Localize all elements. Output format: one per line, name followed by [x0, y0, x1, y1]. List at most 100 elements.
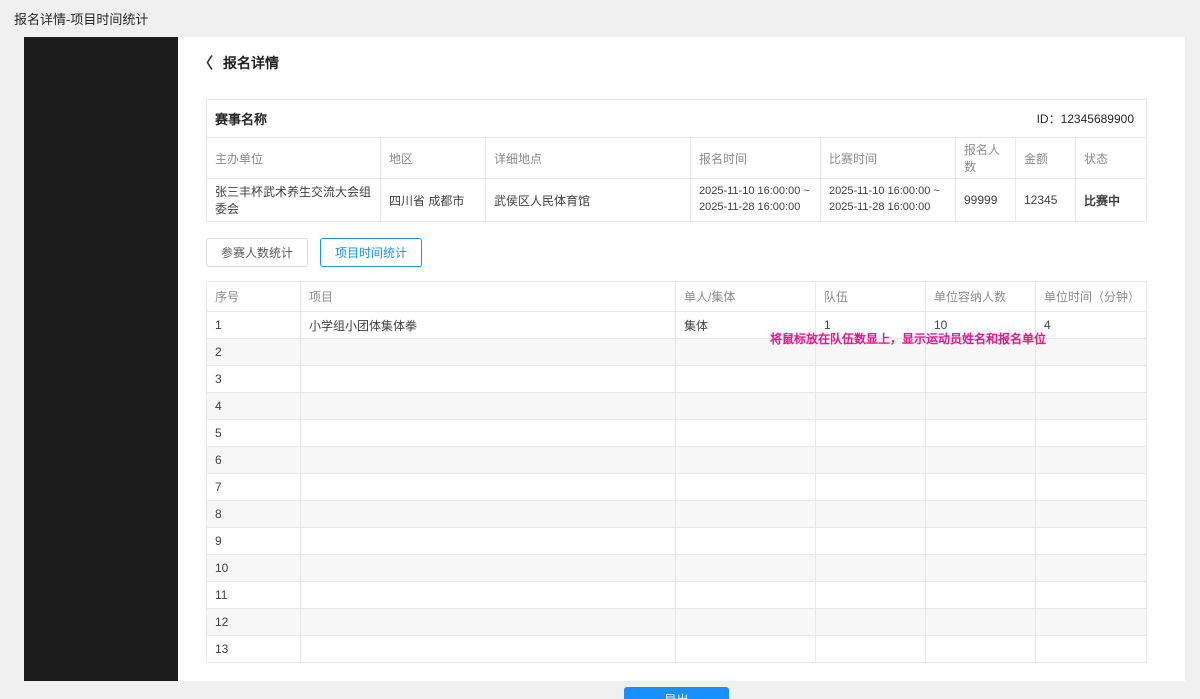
cell-row-number: 13	[207, 636, 301, 663]
column-header: 状态	[1076, 138, 1147, 179]
cell-solo-or-group	[676, 609, 816, 636]
back-icon[interactable]: 〈	[198, 56, 213, 71]
cell-solo-or-group	[676, 474, 816, 501]
cell-team-count[interactable]	[816, 528, 926, 555]
cell-project-name	[301, 447, 676, 474]
project-table-row: 11	[207, 582, 1147, 609]
cell-unit-time	[1036, 582, 1147, 609]
cell-unit-capacity	[926, 636, 1036, 663]
cell-team-count[interactable]	[816, 582, 926, 609]
cell-signup-time: 2025-11-10 16:00:00 ~ 2025-11-28 16:00:0…	[691, 179, 821, 222]
column-header: 单位时间（分钟）	[1036, 282, 1147, 312]
cell-team-count[interactable]	[816, 447, 926, 474]
cell-unit-capacity	[926, 420, 1036, 447]
column-header: 队伍	[816, 282, 926, 312]
project-table-row: 3	[207, 366, 1147, 393]
column-header: 详细地点	[486, 138, 691, 179]
cell-solo-or-group	[676, 555, 816, 582]
tab-button[interactable]: 项目时间统计	[320, 238, 422, 267]
cell-solo-or-group	[676, 393, 816, 420]
layout: 〈 报名详情 赛事名称 ID：12345689900 主办单位地区详细地点报名时…	[24, 37, 1184, 681]
cell-team-count[interactable]	[816, 393, 926, 420]
project-table-row: 7	[207, 474, 1147, 501]
cell-team-count[interactable]	[816, 555, 926, 582]
cell-organizer: 张三丰杯武术养生交流大会组委会	[207, 179, 381, 222]
cell-unit-capacity	[926, 474, 1036, 501]
event-table-header-row: 主办单位地区详细地点报名时间比赛时间报名人数金额状态	[207, 138, 1147, 179]
cell-team-count[interactable]	[816, 366, 926, 393]
export-button[interactable]: 导出	[624, 687, 728, 699]
cell-project-name	[301, 528, 676, 555]
cell-region: 四川省 成都市	[381, 179, 486, 222]
cell-project-name	[301, 474, 676, 501]
content-header: 〈 报名详情	[178, 37, 1185, 73]
event-info-table: 主办单位地区详细地点报名时间比赛时间报名人数金额状态 张三丰杯武术养生交流大会组…	[206, 137, 1147, 222]
sidebar	[24, 37, 178, 681]
project-table-header-row: 序号项目单人/集体队伍单位容纳人数单位时间（分钟）	[207, 282, 1147, 312]
cell-team-count[interactable]	[816, 636, 926, 663]
event-card: 赛事名称 ID：12345689900 主办单位地区详细地点报名时间比赛时间报名…	[206, 99, 1147, 699]
cell-row-number: 9	[207, 528, 301, 555]
cell-unit-capacity	[926, 501, 1036, 528]
cell-project-name	[301, 501, 676, 528]
project-table-row: 13	[207, 636, 1147, 663]
column-header: 项目	[301, 282, 676, 312]
cell-unit-time	[1036, 393, 1147, 420]
cell-project-name	[301, 555, 676, 582]
cell-unit-time	[1036, 609, 1147, 636]
column-header: 地区	[381, 138, 486, 179]
project-table-wrap: 序号项目单人/集体队伍单位容纳人数单位时间（分钟） 1 小学组小团体集体拳 集体…	[206, 281, 1147, 663]
cell-unit-capacity: 10	[926, 312, 1036, 339]
column-header: 金额	[1016, 138, 1076, 179]
page-heading: 报名详情	[223, 53, 279, 73]
column-header: 序号	[207, 282, 301, 312]
project-table-row: 9	[207, 528, 1147, 555]
cell-row-number: 8	[207, 501, 301, 528]
export-row: 导出	[206, 687, 1147, 699]
cell-unit-time	[1036, 420, 1147, 447]
cell-unit-time	[1036, 501, 1147, 528]
column-header: 报名时间	[691, 138, 821, 179]
project-table-body: 1 小学组小团体集体拳 集体 1 10 4 2 3 4 5 6	[207, 312, 1147, 663]
page-title: 报名详情-项目时间统计	[0, 0, 1200, 37]
cell-solo-or-group	[676, 366, 816, 393]
cell-row-number: 12	[207, 609, 301, 636]
main-content: 〈 报名详情 赛事名称 ID：12345689900 主办单位地区详细地点报名时…	[178, 37, 1185, 681]
cell-row-number: 5	[207, 420, 301, 447]
cell-unit-time	[1036, 555, 1147, 582]
cell-project-name	[301, 636, 676, 663]
cell-project-name	[301, 582, 676, 609]
cell-row-number: 6	[207, 447, 301, 474]
cell-solo-or-group: 集体	[676, 312, 816, 339]
cell-unit-capacity	[926, 528, 1036, 555]
cell-team-count[interactable]	[816, 474, 926, 501]
cell-unit-time	[1036, 447, 1147, 474]
cell-team-count[interactable]	[816, 501, 926, 528]
cell-project-name	[301, 366, 676, 393]
cell-team-count[interactable]	[816, 420, 926, 447]
cell-unit-time: 4	[1036, 312, 1147, 339]
cell-team-count[interactable]: 1	[816, 312, 926, 339]
project-table-row: 1 小学组小团体集体拳 集体 1 10 4	[207, 312, 1147, 339]
cell-solo-or-group	[676, 528, 816, 555]
event-id: ID：12345689900	[1037, 110, 1134, 127]
project-table-row: 6	[207, 447, 1147, 474]
cell-unit-time	[1036, 339, 1147, 366]
column-header: 单人/集体	[676, 282, 816, 312]
project-table-row: 12	[207, 609, 1147, 636]
cell-row-number: 1	[207, 312, 301, 339]
project-table-row: 5	[207, 420, 1147, 447]
cell-unit-time	[1036, 474, 1147, 501]
event-card-header: 赛事名称 ID：12345689900	[206, 99, 1147, 137]
cell-project-name	[301, 339, 676, 366]
stat-tabs: 参赛人数统计项目时间统计	[206, 238, 1147, 267]
event-table-data-row: 张三丰杯武术养生交流大会组委会 四川省 成都市 武侯区人民体育馆 2025-11…	[207, 179, 1147, 222]
cell-amount: 12345	[1016, 179, 1076, 222]
cell-unit-capacity	[926, 609, 1036, 636]
cell-solo-or-group	[676, 501, 816, 528]
cell-solo-or-group	[676, 636, 816, 663]
cell-team-count[interactable]	[816, 609, 926, 636]
cell-team-count[interactable]	[816, 339, 926, 366]
status-badge: 比赛中	[1076, 179, 1147, 222]
tab-button[interactable]: 参赛人数统计	[206, 238, 308, 267]
